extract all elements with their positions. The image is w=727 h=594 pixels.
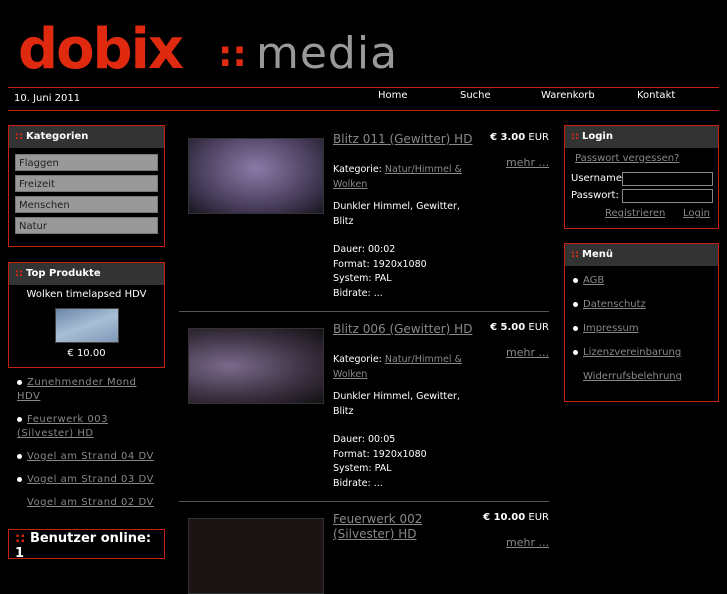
category-label: Kategorie:	[333, 164, 382, 175]
product-description: Dunkler Himmel, Gewitter, Blitz	[333, 391, 460, 417]
product-currency: EUR	[528, 322, 549, 333]
online-count: Benutzer online: 1	[15, 531, 152, 561]
top-list-item[interactable]: Vogel am Strand 02 DV	[27, 497, 154, 508]
category-label: Kategorie:	[333, 354, 382, 365]
product-title[interactable]: Feuerwerk 002 (Silvester) HD	[333, 512, 473, 542]
login-button[interactable]: Login	[683, 208, 710, 219]
top-list: Zunehmender Mond HDV Feuerwerk 003 (Silv…	[17, 376, 162, 519]
nav-suche[interactable]: Suche	[460, 90, 491, 101]
nav-warenkorb[interactable]: Warenkorb	[541, 90, 595, 101]
product-thumbnail[interactable]	[188, 328, 324, 404]
category-natur[interactable]: Natur	[15, 217, 158, 234]
more-link[interactable]: mehr ...	[506, 536, 549, 549]
more-link[interactable]: mehr ...	[506, 346, 549, 359]
menu-box: :: Menü AGB Datenschutz Impressum Lizenzv…	[564, 243, 719, 402]
product-system: System: PAL	[333, 273, 392, 284]
username-input[interactable]	[622, 172, 713, 186]
product-format: Format: 1920x1080	[333, 448, 427, 460]
top-produkte-box: :: Top Produkte Wolken timelapsed HDV € 1…	[8, 262, 165, 368]
forgot-password-link[interactable]: Passwort vergessen?	[575, 153, 679, 164]
password-label: Passwort:	[571, 190, 619, 201]
top-product-name[interactable]: Wolken timelapsed HDV	[9, 289, 164, 300]
category-freizeit[interactable]: Freizeit	[15, 175, 158, 192]
product-price: € 3.00	[490, 132, 526, 143]
menu-lizenzvereinbarung[interactable]: Lizenzvereinbarung	[583, 347, 681, 358]
product-system: System: PAL	[333, 463, 392, 474]
logo-suffix: media	[256, 28, 399, 79]
product-thumbnail[interactable]	[188, 138, 324, 214]
divider	[179, 311, 549, 312]
top-list-item[interactable]: Feuerwerk 003 (Silvester) HD	[17, 414, 108, 439]
top-product-price: € 10.00	[67, 348, 106, 359]
product-currency: EUR	[528, 512, 549, 523]
product-description: Dunkler Himmel, Gewitter, Blitz	[333, 201, 460, 227]
online-box: :: Benutzer online: 1	[8, 529, 165, 561]
product-bitrate: Bidrate: ...	[333, 477, 383, 489]
login-box: :: Login Passwort vergessen? Username: Pa…	[564, 125, 719, 229]
product-duration: Dauer: 00:02	[333, 244, 396, 255]
menu-widerrufsbelehrung[interactable]: Widerrufsbelehrung	[583, 371, 682, 382]
product-bitrate: Bidrate: ...	[333, 287, 383, 299]
nav-home[interactable]: Home	[378, 90, 408, 101]
product-price: € 5.00	[490, 322, 526, 333]
product-item: Feuerwerk 002 (Silvester) HD € 10.00 EUR…	[179, 512, 549, 594]
top-product-image[interactable]	[54, 308, 119, 343]
password-input[interactable]	[622, 189, 713, 203]
divider	[179, 501, 549, 502]
username-label: Username:	[571, 173, 626, 184]
menu-datenschutz[interactable]: Datenschutz	[583, 299, 646, 310]
more-link[interactable]: mehr ...	[506, 156, 549, 169]
product-currency: EUR	[528, 132, 549, 143]
top-list-item[interactable]: Vogel am Strand 04 DV	[27, 451, 154, 462]
product-item: Blitz 011 (Gewitter) HD € 3.00 EUR mehr …	[179, 132, 549, 307]
product-thumbnail[interactable]	[188, 518, 324, 594]
product-duration: Dauer: 00:05	[333, 434, 396, 445]
date: 10. Juni 2011	[14, 93, 81, 104]
category-flaggen[interactable]: Flaggen	[15, 154, 158, 171]
kategorien-title: Kategorien	[26, 131, 89, 142]
menu-title: Menü	[582, 249, 613, 260]
register-link[interactable]: Registrieren	[605, 208, 665, 219]
header-divider	[8, 87, 719, 88]
logo-brand: dobix	[18, 17, 184, 82]
menu-agb[interactable]: AGB	[583, 275, 604, 286]
top-list-item[interactable]: Zunehmender Mond HDV	[17, 377, 136, 402]
product-format: Format: 1920x1080	[333, 258, 427, 270]
top-list-item[interactable]: Vogel am Strand 03 DV	[27, 474, 154, 485]
product-title[interactable]: Blitz 011 (Gewitter) HD	[333, 132, 473, 147]
top-produkte-title: Top Produkte	[26, 268, 101, 279]
menu-impressum[interactable]: Impressum	[583, 323, 639, 334]
product-title[interactable]: Blitz 006 (Gewitter) HD	[333, 322, 473, 337]
nav-kontakt[interactable]: Kontakt	[637, 90, 675, 101]
kategorien-box: :: Kategorien Flaggen Freizeit Menschen N…	[8, 125, 165, 247]
category-menschen[interactable]: Menschen	[15, 196, 158, 213]
logo-separator: ::	[218, 34, 247, 75]
header-divider	[8, 110, 719, 111]
login-title: Login	[582, 131, 613, 142]
product-item: Blitz 006 (Gewitter) HD € 5.00 EUR mehr …	[179, 322, 549, 497]
product-price: € 10.00	[483, 512, 526, 523]
